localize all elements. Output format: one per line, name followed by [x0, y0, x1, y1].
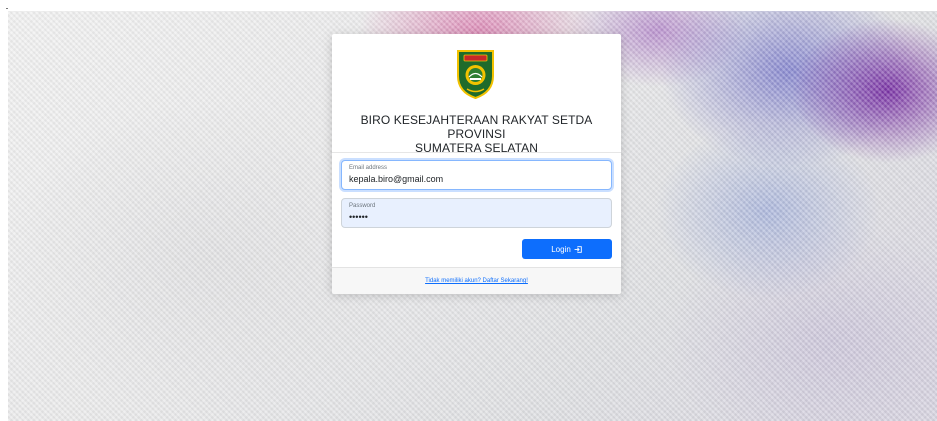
password-field[interactable]: Password •••••• [341, 198, 612, 228]
password-label: Password [349, 203, 376, 209]
sign-in-icon [574, 245, 583, 254]
login-card: BIRO KESEJAHTERAAN RAKYAT SETDA PROVINSI… [332, 34, 621, 294]
login-button[interactable]: Login [522, 239, 612, 259]
header-divider [332, 152, 621, 153]
organization-name-line1: BIRO KESEJAHTERAAN RAKYAT SETDA PROVINSI [360, 113, 593, 141]
provincial-emblem-icon [457, 50, 494, 100]
register-link[interactable]: Tidak memiliki akun? Daftar Sekarang! [332, 278, 621, 284]
top-border [0, 0, 937, 11]
login-page: BIRO KESEJAHTERAAN RAKYAT SETDA PROVINSI… [0, 0, 937, 421]
card-footer: Tidak memiliki akun? Daftar Sekarang! [332, 267, 621, 294]
email-field[interactable]: Email address kepala.biro@gmail.com [341, 160, 612, 190]
login-button-label: Login [551, 244, 571, 254]
email-label: Email address [349, 165, 388, 171]
password-input[interactable]: •••••• [349, 212, 604, 222]
organization-name: BIRO KESEJAHTERAAN RAKYAT SETDA PROVINSI… [332, 113, 621, 155]
email-input[interactable]: kepala.biro@gmail.com [349, 174, 604, 184]
